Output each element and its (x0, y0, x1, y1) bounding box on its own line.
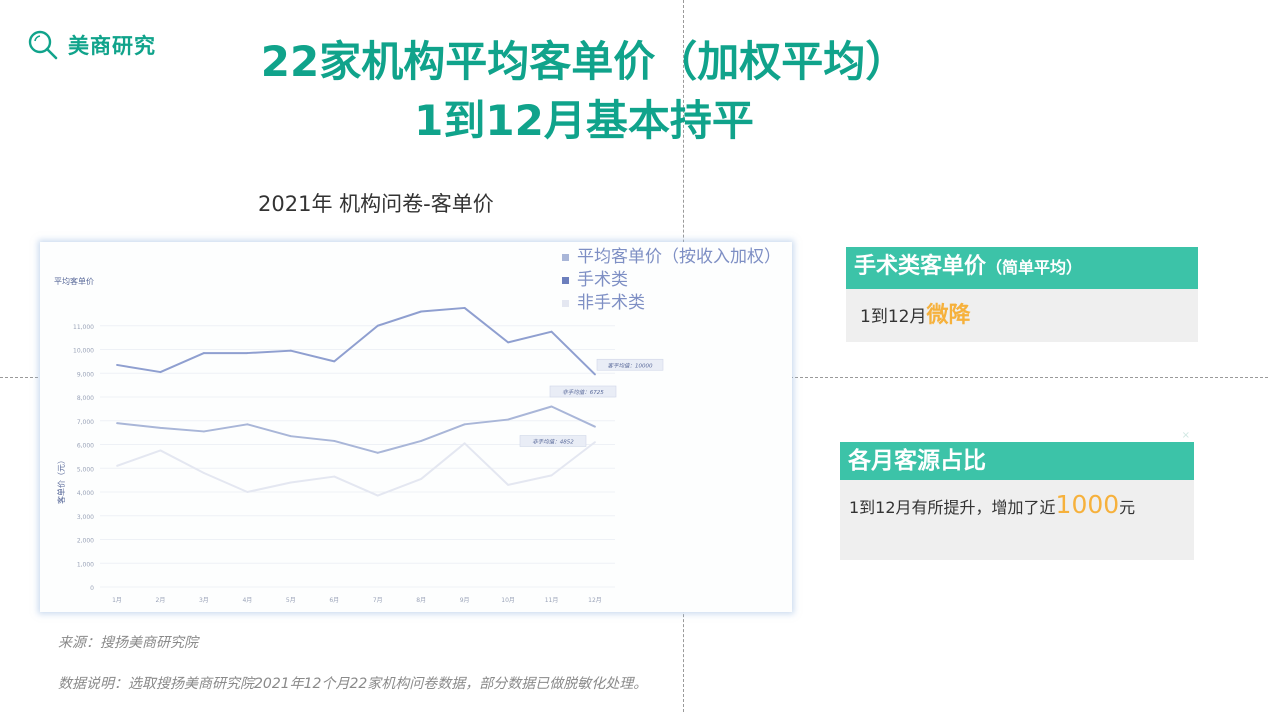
legend-swatch (562, 300, 569, 307)
data-point (116, 422, 118, 425)
legend-item-weighted: 平均客单价（按收入加权） (562, 246, 781, 269)
data-point (376, 324, 379, 327)
legend-label: 手术类 (577, 270, 628, 290)
data-point (420, 478, 423, 480)
y-tick-label: 1,000 (77, 561, 94, 568)
legend-label: 非手术类 (577, 293, 645, 313)
y-tick-label: 7,000 (77, 419, 94, 426)
card-surgical-price: 手术类客单价（简单平均） 1到12月微降 (846, 247, 1198, 342)
page-subtitle: 1到12月基本持平 (414, 96, 754, 145)
data-point (246, 352, 249, 354)
data-point (289, 481, 292, 484)
data-point (420, 440, 423, 442)
card-body: 1到12月有所提升，增加了近1000元 (840, 480, 1194, 560)
page-title: 22家机构平均客单价（加权平均） (260, 37, 908, 86)
legend-item-nonsurgical: 非手术类 (562, 292, 781, 315)
data-point (203, 472, 205, 474)
card-text: 1到12月有所提升，增加了近 (849, 498, 1056, 517)
y-tick-label: 8,000 (77, 395, 94, 402)
data-point (507, 418, 509, 421)
legend-swatch (562, 277, 569, 284)
data-point (463, 423, 466, 426)
y-tick-label: 11,000 (73, 324, 94, 331)
legend-item-surgical: 手术类 (562, 269, 781, 292)
card-title: 手术类客单价 (854, 254, 987, 279)
data-point (333, 475, 336, 478)
card-monthly-source: × 各月客源占比 1到12月有所提升，增加了近1000元 (840, 430, 1194, 560)
data-point (159, 449, 162, 452)
card-text-suffix: 元 (1119, 498, 1136, 517)
data-point (594, 441, 596, 444)
data-point (116, 464, 118, 467)
series-line (116, 306, 596, 376)
data-point (420, 310, 423, 313)
data-point (333, 360, 336, 363)
data-note: 数据说明：选取搜扬美商研究院2021年12个月22家机构问卷数据，部分数据已做脱… (58, 676, 648, 692)
chart-caption: 2021年 机构问卷-客单价 (258, 192, 494, 216)
annotation-label: 客平均值：10000 (608, 362, 653, 369)
annotation-label: 非手均值：6725 (562, 389, 604, 396)
x-tick-label: 1月 (112, 597, 122, 604)
data-point (289, 349, 292, 352)
card-highlight: 1000 (1055, 490, 1120, 519)
data-point (246, 491, 249, 493)
data-point (507, 483, 509, 486)
y-tick-label: 0 (90, 585, 94, 592)
data-point (594, 425, 596, 428)
series-line (116, 441, 596, 497)
card-highlight: 微降 (926, 303, 971, 328)
legend-swatch (562, 254, 569, 261)
data-point (289, 435, 292, 438)
y-axis-label: 客单价（元） (56, 456, 66, 504)
card-text: 1到12月 (860, 307, 927, 327)
data-point (203, 352, 205, 354)
y-tick-label: 2,000 (77, 538, 94, 545)
data-point (159, 371, 162, 373)
data-point (550, 474, 553, 477)
annotation-label: 非手均值：4852 (532, 439, 574, 446)
x-tick-label: 10月 (501, 597, 515, 604)
data-point (203, 430, 205, 433)
data-point (246, 423, 249, 426)
y-tick-label: 3,000 (77, 514, 94, 521)
y-tick-label: 5,000 (77, 466, 94, 473)
card-header: 各月客源占比 (840, 442, 1194, 480)
data-point (550, 330, 553, 333)
card-header: 手术类客单价（简单平均） (846, 247, 1198, 289)
x-tick-label: 2月 (156, 597, 166, 604)
data-point (507, 341, 509, 344)
card-title-note: （简单平均） (986, 258, 1083, 277)
y-tick-label: 9,000 (77, 371, 94, 378)
chart-title: 平均客单价 (54, 276, 94, 286)
chart-legend: 平均客单价（按收入加权） 手术类 非手术类 (562, 246, 781, 315)
data-point (333, 440, 336, 442)
y-tick-label: 10,000 (73, 348, 94, 355)
data-point (463, 307, 466, 309)
data-point (594, 373, 596, 376)
data-point (159, 426, 162, 429)
x-tick-label: 8月 (416, 597, 426, 604)
data-point (376, 451, 379, 454)
card-title: 各月客源占比 (848, 448, 986, 474)
x-tick-label: 12月 (588, 597, 602, 604)
card-body: 1到12月微降 (846, 289, 1198, 342)
y-tick-label: 4,000 (77, 490, 94, 497)
y-tick-label: 6,000 (77, 443, 94, 450)
x-tick-label: 6月 (329, 597, 339, 604)
close-icon: × (1181, 430, 1190, 441)
data-point (116, 364, 118, 366)
data-point (463, 442, 466, 445)
x-tick-label: 7月 (373, 597, 383, 604)
data-point (376, 494, 379, 497)
x-tick-label: 9月 (460, 597, 470, 604)
x-tick-label: 4月 (242, 597, 252, 604)
legend-label: 平均客单价（按收入加权） (577, 247, 781, 267)
x-tick-label: 11月 (545, 597, 559, 604)
source-note: 来源：搜扬美商研究院 (58, 635, 198, 651)
x-tick-label: 3月 (199, 597, 209, 604)
x-tick-label: 5月 (286, 597, 296, 604)
data-point (550, 405, 553, 408)
